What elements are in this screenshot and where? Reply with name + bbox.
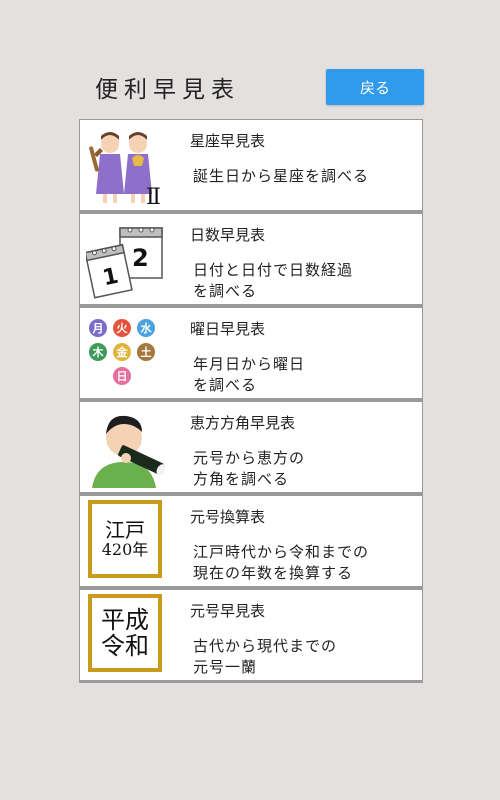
item-description: 誕生日から星座を調べる (193, 167, 370, 185)
item-title: 星座早見表 (190, 132, 266, 150)
back-button[interactable]: 戻る (326, 69, 424, 105)
svg-text:Ⅱ: Ⅱ (146, 185, 161, 206)
list-item-weekday[interactable]: 月 火 水 木 金 土 日 曜日早見表 年月日から曜日 を調べる (80, 308, 422, 398)
weekday-mon: 月 (92, 322, 104, 335)
item-title: 元号早見表 (190, 602, 266, 620)
item-title: 日数早見表 (190, 226, 266, 244)
weekday-sun: 日 (117, 370, 128, 383)
weekday-tue: 火 (117, 322, 129, 335)
item-description: 日付と日付で日数経過 を調べる (193, 261, 354, 300)
weekday-wed: 水 (141, 321, 153, 335)
item-description: 元号から恵方の 方角を調べる (193, 449, 306, 488)
item-description: 年月日から曜日 を調べる (193, 355, 306, 394)
weekday-thu: 木 (92, 345, 105, 359)
weekday-sat: 土 (141, 345, 152, 359)
gemini-twins-icon: Ⅱ (89, 132, 161, 206)
weekday-circles-icon: 月 火 水 木 金 土 日 (89, 319, 155, 385)
heisei-reiwa-frame-icon: 平成 令和 (88, 594, 162, 672)
frame-line-2: 令和 (101, 632, 149, 660)
page-title: 便利早見表 (95, 77, 240, 103)
list-item-eho[interactable]: 恵方方角早見表 元号から恵方の 方角を調べる (80, 402, 422, 492)
list-item-era-list[interactable]: 平成 令和 元号早見表 古代から現代までの 元号一蘭 (80, 590, 422, 680)
edo-420-frame-icon: 江戸 420年 (88, 500, 162, 578)
list-item-era-conversion[interactable]: 江戸 420年 元号換算表 江戸時代から令和までの 現在の年数を換算する (80, 496, 422, 586)
item-description: 古代から現代までの 元号一蘭 (193, 637, 338, 676)
ehomaki-eating-icon (92, 415, 166, 488)
weekday-fri: 金 (116, 345, 129, 359)
item-title: 恵方方角早見表 (190, 414, 296, 432)
chart-list: Ⅱ 星座早見表 誕生日から星座を調べる 2 1 日数早見表 日付と日付で日数経過… (79, 119, 423, 683)
calendar-1-2-icon: 2 1 (86, 227, 163, 299)
frame-line-1: 江戸 (105, 518, 145, 543)
frame-line-2: 420年 (101, 540, 149, 560)
item-description: 江戸時代から令和までの 現在の年数を換算する (193, 543, 370, 582)
list-item-constellation[interactable]: Ⅱ 星座早見表 誕生日から星座を調べる (80, 120, 422, 210)
item-title: 元号換算表 (190, 508, 266, 526)
list-item-days[interactable]: 2 1 日数早見表 日付と日付で日数経過 を調べる (80, 214, 422, 304)
calendar-digit-2: 2 (132, 244, 149, 272)
frame-line-1: 平成 (101, 605, 149, 634)
item-title: 曜日早見表 (190, 320, 266, 338)
